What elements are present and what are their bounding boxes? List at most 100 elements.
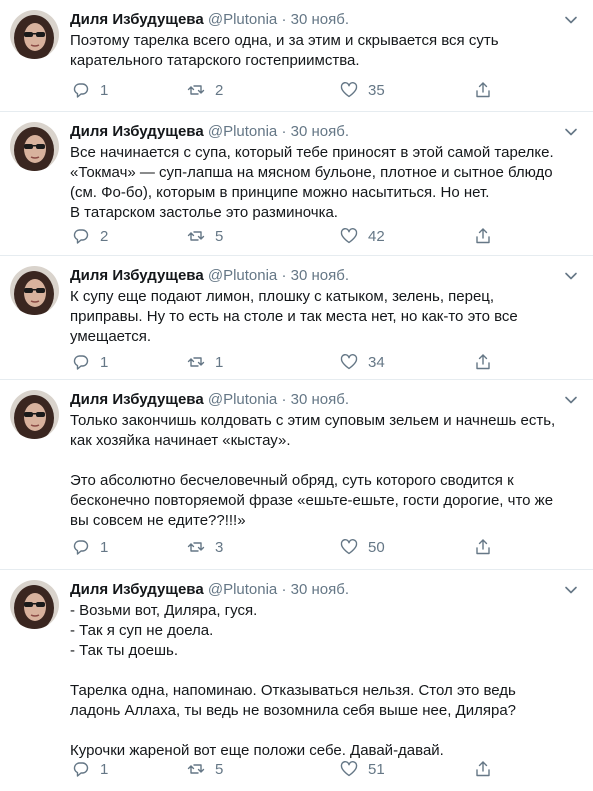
reply-icon bbox=[73, 540, 89, 555]
tweet-header: Диля Избудущева @Plutonia · 30 нояб. bbox=[70, 123, 573, 141]
tweet-actions: 1 3 50 bbox=[70, 537, 500, 557]
share-button[interactable] bbox=[474, 226, 492, 246]
share-icon bbox=[476, 761, 490, 777]
retweet-count: 5 bbox=[215, 227, 224, 245]
avatar[interactable] bbox=[10, 580, 59, 629]
heart-icon bbox=[340, 761, 358, 777]
tweet-date[interactable]: 30 нояб. bbox=[291, 581, 349, 598]
like-count: 35 bbox=[368, 81, 385, 99]
heart-icon bbox=[340, 354, 358, 370]
retweet-count: 5 bbox=[215, 760, 224, 778]
reply-icon bbox=[73, 83, 89, 98]
tweet[interactable]: Диля Избудущева @Plutonia · 30 нояб. Тол… bbox=[0, 380, 593, 570]
share-button[interactable] bbox=[474, 537, 492, 557]
retweet-count: 1 bbox=[215, 353, 224, 371]
tweet-date[interactable]: 30 нояб. bbox=[291, 11, 349, 28]
share-icon bbox=[476, 539, 490, 555]
share-button[interactable] bbox=[474, 80, 492, 100]
retweet-icon bbox=[187, 764, 205, 774]
avatar[interactable] bbox=[10, 122, 59, 171]
chevron-down-icon[interactable] bbox=[563, 392, 579, 408]
author-handle[interactable]: @Plutonia bbox=[208, 581, 277, 598]
separator-dot: · bbox=[281, 581, 287, 598]
avatar[interactable] bbox=[10, 10, 59, 59]
tweet-actions: 2 5 42 bbox=[70, 226, 500, 246]
avatar-image bbox=[10, 10, 59, 59]
tweet[interactable]: Диля Избудущева @Plutonia · 30 нояб. Поэ… bbox=[0, 0, 593, 112]
like-count: 51 bbox=[368, 760, 385, 778]
share-button[interactable] bbox=[474, 759, 492, 779]
tweet-date[interactable]: 30 нояб. bbox=[291, 391, 349, 408]
reply-count: 1 bbox=[100, 760, 109, 778]
like-button[interactable]: 50 bbox=[340, 537, 385, 557]
avatar-image bbox=[10, 390, 59, 439]
tweet-text-content: Только закончишь колдовать с этим суповы… bbox=[70, 412, 556, 529]
like-count: 34 bbox=[368, 353, 385, 371]
tweet-text: - Возьми вот, Диляра, гуся. - Так я суп … bbox=[70, 601, 579, 761]
author-name[interactable]: Диля Избудущева bbox=[70, 581, 204, 598]
share-icon bbox=[476, 354, 490, 370]
retweet-button[interactable]: 5 bbox=[187, 759, 223, 779]
reply-button[interactable]: 1 bbox=[72, 537, 108, 557]
author-handle[interactable]: @Plutonia bbox=[208, 11, 277, 28]
separator-dot: · bbox=[281, 123, 287, 140]
reply-button[interactable]: 2 bbox=[72, 226, 108, 246]
avatar[interactable] bbox=[10, 266, 59, 315]
heart-icon bbox=[340, 82, 358, 98]
reply-button[interactable]: 1 bbox=[72, 352, 108, 372]
chevron-down-icon[interactable] bbox=[563, 12, 579, 28]
tweet-date[interactable]: 30 нояб. bbox=[291, 267, 349, 284]
avatar[interactable] bbox=[10, 390, 59, 439]
heart-icon bbox=[340, 539, 358, 555]
author-handle[interactable]: @Plutonia bbox=[208, 123, 277, 140]
tweet-header: Диля Избудущева @Plutonia · 30 нояб. bbox=[70, 11, 573, 29]
share-button[interactable] bbox=[474, 352, 492, 372]
retweet-button[interactable]: 2 bbox=[187, 80, 223, 100]
like-button[interactable]: 42 bbox=[340, 226, 385, 246]
tweet-actions: 1 2 35 bbox=[70, 80, 500, 100]
chevron-down-icon[interactable] bbox=[563, 582, 579, 598]
author-name[interactable]: Диля Избудущева bbox=[70, 123, 204, 140]
reply-count: 2 bbox=[100, 227, 109, 245]
separator-dot: · bbox=[281, 267, 287, 284]
retweet-icon bbox=[187, 542, 205, 552]
tweet-date[interactable]: 30 нояб. bbox=[291, 123, 349, 140]
chevron-down-icon[interactable] bbox=[563, 124, 579, 140]
like-button[interactable]: 35 bbox=[340, 80, 385, 100]
tweet[interactable]: Диля Избудущева @Plutonia · 30 нояб. Все… bbox=[0, 112, 593, 256]
share-icon bbox=[476, 228, 490, 244]
tweet-text-content: К супу еще подают лимон, плошку с катыко… bbox=[70, 288, 518, 345]
tweet[interactable]: Диля Избудущева @Plutonia · 30 нояб. - В… bbox=[0, 570, 593, 791]
tweet-text: Поэтому тарелка всего одна, и за этим и … bbox=[70, 31, 579, 71]
retweet-icon bbox=[187, 85, 205, 95]
like-count: 50 bbox=[368, 538, 385, 556]
retweet-button[interactable]: 3 bbox=[187, 537, 223, 557]
reply-count: 1 bbox=[100, 538, 109, 556]
author-handle[interactable]: @Plutonia bbox=[208, 391, 277, 408]
tweet-text: К супу еще подают лимон, плошку с катыко… bbox=[70, 287, 579, 347]
like-button[interactable]: 51 bbox=[340, 759, 385, 779]
retweet-button[interactable]: 5 bbox=[187, 226, 223, 246]
tweet-text-content: Все начинается с супа, который тебе прин… bbox=[70, 144, 554, 221]
retweet-icon bbox=[187, 231, 205, 241]
reply-button[interactable]: 1 bbox=[72, 80, 108, 100]
author-handle[interactable]: @Plutonia bbox=[208, 267, 277, 284]
author-name[interactable]: Диля Избудущева bbox=[70, 267, 204, 284]
reply-button[interactable]: 1 bbox=[72, 759, 108, 779]
avatar-image bbox=[10, 122, 59, 171]
chevron-down-icon[interactable] bbox=[563, 268, 579, 284]
avatar-image bbox=[10, 580, 59, 629]
tweet[interactable]: Диля Избудущева @Plutonia · 30 нояб. К с… bbox=[0, 256, 593, 380]
tweet-thread: Диля Избудущева @Plutonia · 30 нояб. Поэ… bbox=[0, 0, 593, 791]
tweet-text: Все начинается с супа, который тебе прин… bbox=[70, 143, 579, 223]
tweet-header: Диля Избудущева @Plutonia · 30 нояб. bbox=[70, 267, 573, 285]
tweet-header: Диля Избудущева @Plutonia · 30 нояб. bbox=[70, 581, 573, 599]
author-name[interactable]: Диля Избудущева bbox=[70, 11, 204, 28]
separator-dot: · bbox=[281, 391, 287, 408]
heart-icon bbox=[340, 228, 358, 244]
like-button[interactable]: 34 bbox=[340, 352, 385, 372]
retweet-count: 2 bbox=[215, 81, 224, 99]
author-name[interactable]: Диля Избудущева bbox=[70, 391, 204, 408]
retweet-icon bbox=[187, 357, 205, 367]
retweet-button[interactable]: 1 bbox=[187, 352, 223, 372]
